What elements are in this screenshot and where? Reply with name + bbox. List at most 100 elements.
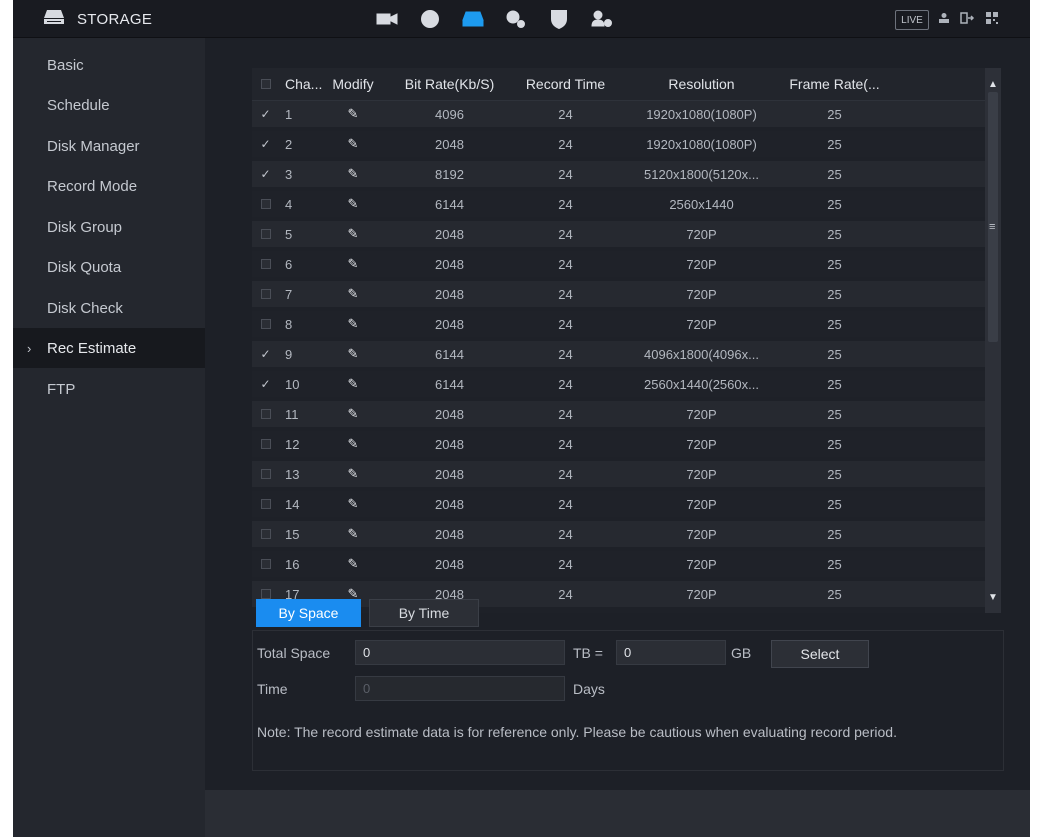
table-row[interactable]: 7 ✎ 2048 24 720P 25: [252, 281, 985, 307]
sidebar-item-disk-quota[interactable]: Disk Quota: [13, 247, 205, 287]
edit-pencil-icon[interactable]: ✎: [348, 196, 359, 212]
row-checkbox[interactable]: ✓: [252, 377, 279, 391]
select-button[interactable]: Select: [771, 640, 869, 668]
record-time-cell: 24: [558, 286, 573, 302]
total-space-input[interactable]: 0: [355, 640, 565, 665]
edit-pencil-icon[interactable]: ✎: [348, 406, 359, 422]
table-row[interactable]: ✓ 1 ✎ 4096 24 1920x1080(1080P) 25: [252, 101, 985, 127]
row-checkbox[interactable]: ✓: [252, 167, 279, 181]
row-checkbox[interactable]: [252, 589, 279, 599]
sidebar-item-disk-group[interactable]: Disk Group: [13, 207, 205, 247]
row-checkbox[interactable]: ✓: [252, 107, 279, 121]
row-checkbox[interactable]: [252, 439, 279, 449]
sidebar-item-schedule[interactable]: Schedule: [13, 85, 205, 125]
row-checkbox[interactable]: [252, 559, 279, 569]
frame-rate-cell: 25: [827, 316, 842, 332]
scrollbar-thumb[interactable]: [988, 92, 998, 342]
time-input[interactable]: 0: [355, 676, 565, 701]
channel-cell: 1: [285, 106, 293, 122]
table-row[interactable]: 5 ✎ 2048 24 720P 25: [252, 221, 985, 247]
tab-by-time[interactable]: By Time: [369, 599, 479, 627]
table-row[interactable]: 6 ✎ 2048 24 720P 25: [252, 251, 985, 277]
row-checkbox[interactable]: [252, 499, 279, 509]
tab-by-space[interactable]: By Space: [256, 599, 361, 627]
record-time-cell: 24: [558, 166, 573, 182]
table-row[interactable]: ✓ 3 ✎ 8192 24 5120x1800(5120x... 25: [252, 161, 985, 187]
table-row[interactable]: 14 ✎ 2048 24 720P 25: [252, 491, 985, 517]
frame-rate-cell: 25: [827, 106, 842, 122]
bitrate-cell: 6144: [435, 376, 464, 392]
scroll-down-icon[interactable]: ▼: [985, 590, 1001, 604]
sidebar-item-basic[interactable]: Basic: [13, 45, 205, 85]
bitrate-cell: 2048: [435, 496, 464, 512]
table-row[interactable]: ✓ 10 ✎ 6144 24 2560x1440(2560x... 25: [252, 371, 985, 397]
sidebar-item-rec-estimate[interactable]: › Rec Estimate: [13, 328, 205, 368]
edit-pencil-icon[interactable]: ✎: [348, 256, 359, 272]
row-checkbox[interactable]: ✓: [252, 137, 279, 151]
table-row[interactable]: ✓ 9 ✎ 6144 24 4096x1800(4096x... 25: [252, 341, 985, 367]
edit-pencil-icon[interactable]: ✎: [348, 376, 359, 392]
edit-pencil-icon[interactable]: ✎: [348, 436, 359, 452]
camera-icon[interactable]: [368, 0, 405, 38]
sidebar-item-record-mode[interactable]: Record Mode: [13, 166, 205, 206]
table-row[interactable]: ✓ 2 ✎ 2048 24 1920x1080(1080P) 25: [252, 131, 985, 157]
table-row[interactable]: 8 ✎ 2048 24 720P 25: [252, 311, 985, 337]
edit-pencil-icon[interactable]: ✎: [348, 136, 359, 152]
row-checkbox[interactable]: [252, 469, 279, 479]
row-checkbox[interactable]: [252, 289, 279, 299]
row-checkbox[interactable]: [252, 529, 279, 539]
edit-pencil-icon[interactable]: ✎: [348, 556, 359, 572]
row-checkbox[interactable]: [252, 319, 279, 329]
record-time-cell: 24: [558, 316, 573, 332]
edit-pencil-icon[interactable]: ✎: [348, 496, 359, 512]
user-icon[interactable]: [938, 12, 950, 27]
resolution-cell: 720P: [686, 406, 717, 422]
row-checkbox[interactable]: [252, 199, 279, 209]
table-row[interactable]: 11 ✎ 2048 24 720P 25: [252, 401, 985, 427]
select-all-checkbox[interactable]: [252, 79, 279, 89]
channel-cell: 13: [285, 466, 300, 482]
empty-checkbox-icon: [260, 259, 271, 269]
table-row[interactable]: 15 ✎ 2048 24 720P 25: [252, 521, 985, 547]
table-row[interactable]: 13 ✎ 2048 24 720P 25: [252, 461, 985, 487]
edit-pencil-icon[interactable]: ✎: [348, 346, 359, 362]
sidebar-item-disk-manager[interactable]: Disk Manager: [13, 126, 205, 166]
scroll-up-icon[interactable]: ▲: [985, 77, 1001, 91]
logout-icon[interactable]: [960, 11, 976, 27]
row-checkbox[interactable]: ✓: [252, 347, 279, 361]
edit-pencil-icon[interactable]: ✎: [348, 466, 359, 482]
table-scrollbar[interactable]: ▲ ≡ ▼: [985, 68, 1001, 613]
account-icon[interactable]: [583, 0, 620, 38]
edit-pencil-icon[interactable]: ✎: [348, 106, 359, 122]
edit-pencil-icon[interactable]: ✎: [348, 316, 359, 332]
channel-cell: 6: [285, 256, 293, 272]
edit-pencil-icon[interactable]: ✎: [348, 226, 359, 242]
table-row[interactable]: 12 ✎ 2048 24 720P 25: [252, 431, 985, 457]
top-bar: STORAGE LIVE: [13, 0, 1030, 38]
resolution-cell: 2560x1440: [669, 196, 734, 212]
security-shield-icon[interactable]: [540, 0, 577, 38]
column-header-channel[interactable]: Cha...: [279, 76, 322, 92]
qr-code-icon[interactable]: [986, 11, 998, 27]
record-time-cell: 24: [558, 106, 573, 122]
network-icon[interactable]: [411, 0, 448, 38]
row-checkbox[interactable]: [252, 229, 279, 239]
row-checkbox[interactable]: [252, 409, 279, 419]
empty-checkbox-icon: [260, 559, 271, 569]
sidebar-item-disk-check[interactable]: Disk Check: [13, 288, 205, 328]
sidebar-item-label: FTP: [47, 380, 76, 398]
gb-input[interactable]: 0: [616, 640, 726, 665]
system-settings-icon[interactable]: [497, 0, 534, 38]
table-row[interactable]: 4 ✎ 6144 24 2560x1440 25: [252, 191, 985, 217]
edit-pencil-icon[interactable]: ✎: [348, 286, 359, 302]
table-row[interactable]: 16 ✎ 2048 24 720P 25: [252, 551, 985, 577]
edit-pencil-icon[interactable]: ✎: [348, 526, 359, 542]
sidebar-item-ftp[interactable]: FTP: [13, 369, 205, 409]
edit-pencil-icon[interactable]: ✎: [348, 166, 359, 182]
main-nav: [368, 0, 626, 38]
page-title: STORAGE: [77, 10, 153, 28]
row-checkbox[interactable]: [252, 259, 279, 269]
live-button[interactable]: LIVE: [895, 10, 929, 30]
storage-nav-icon[interactable]: [454, 0, 491, 38]
table-row[interactable]: 17 ✎ 2048 24 720P 25: [252, 581, 985, 607]
